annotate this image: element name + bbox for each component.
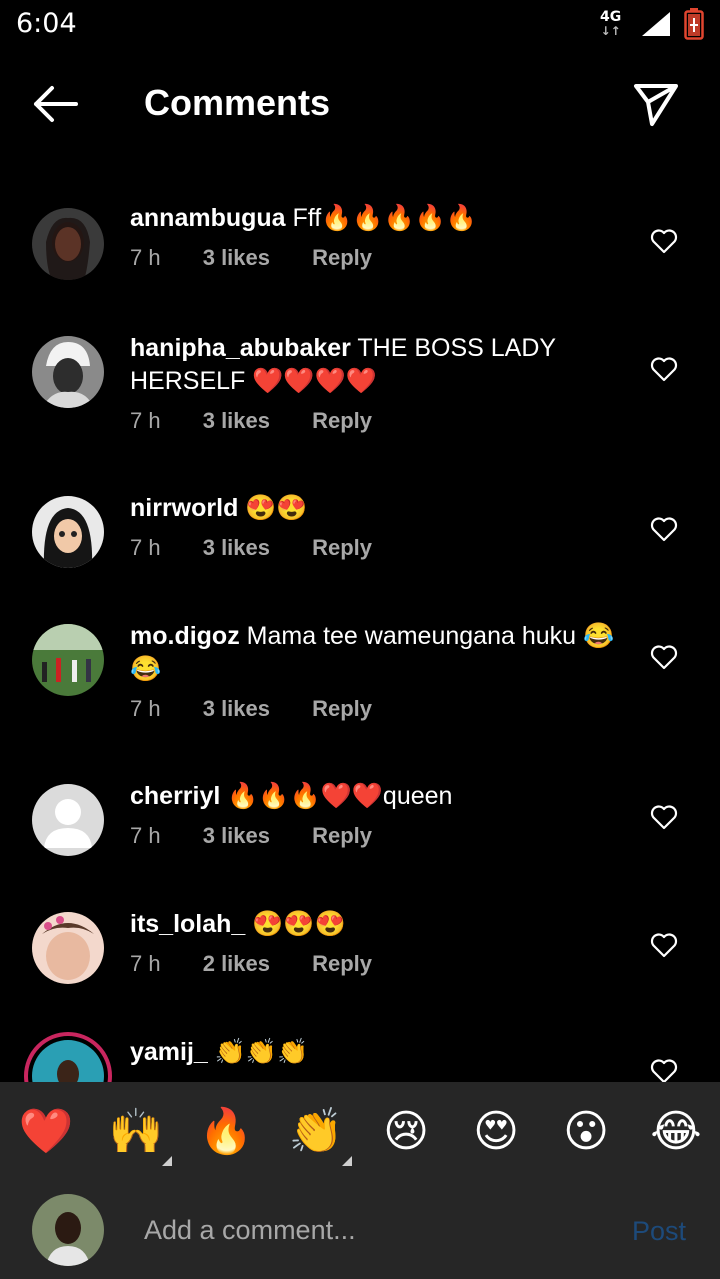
like-heart-icon[interactable]: [650, 516, 678, 542]
comment-text: Fff🔥🔥🔥🔥🔥: [292, 204, 477, 232]
emoji-raised-hands-button[interactable]: 🙌: [108, 1104, 164, 1160]
emoji-clap-button[interactable]: 👏: [288, 1104, 344, 1160]
comment-username[interactable]: nirrworld: [130, 494, 238, 522]
signal-icon: [642, 12, 670, 36]
reply-button[interactable]: Reply: [312, 408, 372, 434]
data-arrows-icon: ↓↑: [600, 24, 621, 38]
like-heart-icon[interactable]: [650, 804, 678, 830]
emoji-heart-eyes-button[interactable]: 😍: [468, 1104, 524, 1160]
direct-share-icon[interactable]: [630, 80, 682, 128]
comment-time: 7 h: [130, 245, 161, 270]
reply-button[interactable]: Reply: [312, 245, 372, 271]
comment-username[interactable]: yamij_: [130, 1038, 208, 1066]
comment-time: 7 h: [130, 696, 161, 721]
reply-button[interactable]: Reply: [312, 696, 372, 722]
skin-tone-caret-icon: [342, 1156, 352, 1166]
comment-likes[interactable]: 3 likes: [203, 823, 270, 849]
avatar[interactable]: [32, 912, 104, 984]
default-avatar[interactable]: [32, 784, 104, 856]
reply-button[interactable]: Reply: [312, 951, 372, 977]
app-header: Comments: [0, 60, 720, 150]
comment-time: 7 h: [130, 951, 161, 976]
comment-username[interactable]: its_lolah_: [130, 910, 245, 938]
comment-username[interactable]: mo.digoz: [130, 622, 240, 650]
comment-time: 7 h: [130, 823, 161, 848]
emoji-heart-button[interactable]: ❤️: [18, 1104, 74, 1160]
avatar[interactable]: [32, 624, 104, 696]
comment-text: 😍😍😍: [252, 910, 346, 938]
story-avatar[interactable]: [24, 1032, 112, 1082]
comment-time: 7 h: [130, 535, 161, 560]
comment-time: 7 h: [130, 408, 161, 433]
comment-username[interactable]: hanipha_abubaker: [130, 334, 351, 362]
emoji-laughing-button[interactable]: 😂: [648, 1104, 704, 1160]
comment-likes[interactable]: 3 likes: [203, 408, 270, 434]
reply-button[interactable]: Reply: [312, 535, 372, 561]
my-avatar: [32, 1194, 104, 1266]
emoji-fire-button[interactable]: 🔥: [198, 1104, 254, 1160]
comment-username[interactable]: cherriyl: [130, 782, 220, 810]
comment-likes[interactable]: 3 likes: [203, 535, 270, 561]
page-title: Comments: [144, 82, 331, 123]
comment-composer: Post: [0, 1182, 720, 1279]
comment-text: 👏👏👏: [214, 1038, 309, 1066]
reply-button[interactable]: Reply: [312, 823, 372, 849]
avatar[interactable]: [32, 208, 104, 280]
emoji-crying-button[interactable]: 😢: [378, 1104, 434, 1160]
comment-likes[interactable]: 3 likes: [203, 245, 270, 271]
comment-input[interactable]: [144, 1208, 604, 1252]
comment-text: 🔥🔥🔥❤️❤️queen: [227, 782, 453, 810]
status-time: 6:04: [16, 8, 77, 39]
back-arrow-icon[interactable]: [28, 82, 82, 126]
comments-list[interactable]: annambugua Fff🔥🔥🔥🔥🔥 7 h 3 likes Reply ha…: [0, 150, 720, 1082]
avatar[interactable]: [32, 496, 104, 568]
like-heart-icon[interactable]: [650, 1058, 678, 1082]
emoji-reaction-tray: ❤️ 🙌 🔥 👏 😢 😍 😮 😂: [0, 1082, 720, 1182]
avatar[interactable]: [32, 336, 104, 408]
like-heart-icon[interactable]: [650, 228, 678, 254]
status-bar: 6:04 4G ↓↑: [0, 0, 720, 52]
like-heart-icon[interactable]: [650, 932, 678, 958]
comment-text: 😍😍: [245, 494, 308, 522]
emoji-surprised-button[interactable]: 😮: [558, 1104, 614, 1160]
battery-icon: [684, 8, 704, 40]
network-type: 4G: [600, 9, 622, 25]
post-button[interactable]: Post: [632, 1216, 686, 1247]
network-indicator: 4G ↓↑: [600, 10, 621, 38]
comment-likes[interactable]: 2 likes: [203, 951, 270, 977]
comment-username[interactable]: annambugua: [130, 204, 286, 232]
skin-tone-caret-icon: [162, 1156, 172, 1166]
like-heart-icon[interactable]: [650, 356, 678, 382]
like-heart-icon[interactable]: [650, 644, 678, 670]
comment-likes[interactable]: 3 likes: [203, 696, 270, 722]
